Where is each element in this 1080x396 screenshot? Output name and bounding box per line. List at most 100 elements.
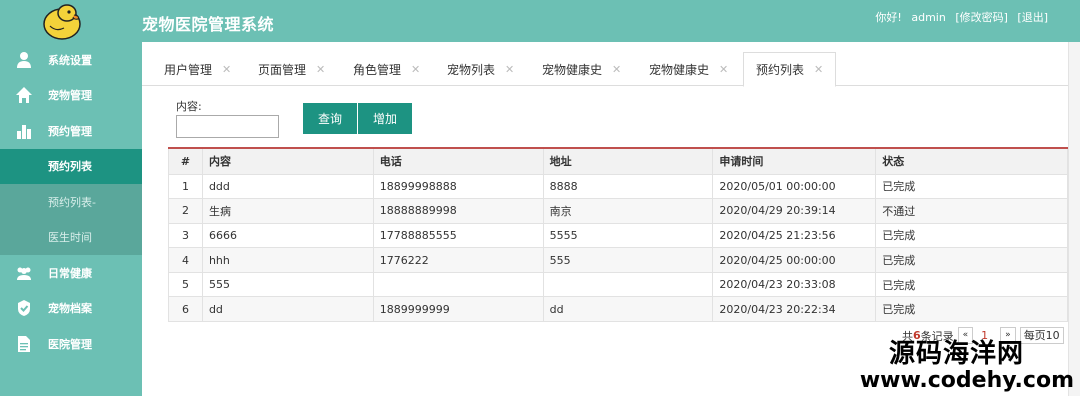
table-cell: 18888889998 <box>372 198 544 224</box>
tab-user-management[interactable]: 用户管理 ✕ <box>164 52 231 86</box>
sidebar-item-appointment-list-2[interactable]: 预约列表- <box>0 184 142 220</box>
table-cell <box>372 271 544 298</box>
sidebar-item-pet-management[interactable]: 宠物管理 <box>0 78 142 114</box>
table-cell: 2020/04/29 20:39:14 <box>712 198 877 224</box>
table-cell: 南京 <box>542 198 714 224</box>
group-icon <box>14 263 34 283</box>
query-button[interactable]: 查询 <box>303 103 357 134</box>
app-title: 宠物医院管理系统 <box>142 15 275 34</box>
close-icon[interactable]: ✕ <box>411 63 420 76</box>
sidebar-item-label: 系统设置 <box>48 53 92 67</box>
tab-role-management[interactable]: 角色管理 ✕ <box>353 52 420 86</box>
close-icon[interactable]: ✕ <box>316 63 325 76</box>
table-cell: 6666 <box>201 222 374 249</box>
sidebar-menu: 系统设置 宠物管理 预约管理 预约列表 预约列表- 医生时间 日常健康 宠物档案… <box>0 42 142 362</box>
close-icon[interactable]: ✕ <box>814 63 823 76</box>
change-password-link[interactable]: [修改密码] <box>955 11 1008 24</box>
close-icon[interactable]: ✕ <box>222 63 231 76</box>
sidebar-item-appointment-list[interactable]: 预约列表 <box>0 148 142 184</box>
column-header: 状态 <box>875 147 1068 175</box>
column-header: 申请时间 <box>712 147 877 175</box>
sidebar-item-label: 预约列表 <box>48 160 92 174</box>
tab-label: 宠物健康史 <box>649 62 710 77</box>
watermark-line-1: 源码海洋网 <box>888 339 1024 369</box>
table-cell: 已完成 <box>875 173 1068 200</box>
sidebar-item-appointment-management[interactable]: 预约管理 <box>0 113 142 149</box>
table-row[interactable]: 4 hhh 1776222 555 2020/04/25 00:00:00 已完… <box>168 247 1068 273</box>
table-cell: 6 <box>168 296 203 323</box>
table-cell: 5 <box>168 271 203 298</box>
sidebar-item-label: 医生时间 <box>48 231 92 245</box>
table-cell: ddd <box>201 173 374 200</box>
username-link[interactable]: admin <box>911 11 945 24</box>
table-cell: 已完成 <box>875 296 1068 323</box>
table-cell: 已完成 <box>875 247 1068 273</box>
user-icon <box>14 50 34 70</box>
table-row[interactable]: 2 生病 18888889998 南京 2020/04/29 20:39:14 … <box>168 198 1068 224</box>
home-icon <box>14 85 34 105</box>
duck-logo-icon <box>43 4 81 40</box>
table-cell: 555 <box>542 247 714 273</box>
appointment-table: # 内容 电话 地址 申请时间 状态 1 ddd 18899998888 888… <box>168 147 1068 323</box>
table-cell: 2020/04/25 21:23:56 <box>712 222 877 249</box>
table-row[interactable]: 1 ddd 18899998888 8888 2020/05/01 00:00:… <box>168 173 1068 200</box>
table-cell: 555 <box>201 271 374 298</box>
watermark-line-2: www.codehy.com <box>859 368 1074 393</box>
table-row[interactable]: 5 555 2020/04/23 20:33:08 已完成 <box>168 271 1068 298</box>
table-row[interactable]: 3 6666 17788885555 5555 2020/04/25 21:23… <box>168 222 1068 249</box>
tab-page-management[interactable]: 页面管理 ✕ <box>258 52 325 86</box>
sidebar-item-doctor-time[interactable]: 医生时间 <box>0 219 142 255</box>
table-cell: 1776222 <box>372 247 544 273</box>
table-cell: 8888 <box>542 173 714 200</box>
tab-pet-health-history[interactable]: 宠物健康史 ✕ <box>542 52 621 86</box>
table-cell: 5555 <box>542 222 714 249</box>
table-cell <box>542 271 714 298</box>
table-cell: dd <box>542 296 714 323</box>
add-button[interactable]: 增加 <box>358 103 412 134</box>
tab-pet-health-history-2[interactable]: 宠物健康史 ✕ <box>649 52 728 86</box>
search-label: 内容: <box>176 100 202 113</box>
column-header: 地址 <box>542 147 714 175</box>
table-cell: hhh <box>201 247 374 273</box>
tab-appointment-list[interactable]: 预约列表 ✕ <box>743 52 837 87</box>
tab-label: 页面管理 <box>258 62 307 77</box>
sidebar-item-system-settings[interactable]: 系统设置 <box>0 42 142 78</box>
table-cell: 2 <box>168 198 203 224</box>
close-icon[interactable]: ✕ <box>505 63 514 76</box>
logout-link[interactable]: [退出] <box>1017 11 1048 24</box>
bar-chart-icon <box>14 121 34 141</box>
column-header: 内容 <box>201 147 374 175</box>
search-input[interactable] <box>176 115 279 138</box>
table-cell: 1 <box>168 173 203 200</box>
sidebar-item-daily-health[interactable]: 日常健康 <box>0 255 142 291</box>
column-header: 电话 <box>372 147 544 175</box>
check-badge-icon <box>14 298 34 318</box>
sidebar-item-hospital-management[interactable]: 医院管理 <box>0 326 142 362</box>
sidebar-item-label: 宠物管理 <box>48 89 92 103</box>
sidebar-item-label: 预约管理 <box>48 124 92 138</box>
sidebar-item-pet-archive[interactable]: 宠物档案 <box>0 291 142 327</box>
top-bar: 宠物医院管理系统 你好! admin [修改密码] [退出] <box>142 0 1080 42</box>
tab-label: 用户管理 <box>164 62 213 77</box>
document-icon <box>14 334 34 354</box>
table-cell: 生病 <box>201 198 374 224</box>
tab-label: 预约列表 <box>756 63 805 77</box>
table-cell: 17788885555 <box>372 222 544 249</box>
column-header: # <box>168 147 203 175</box>
table-cell: 1889999999 <box>372 296 544 323</box>
table-header-row: # 内容 电话 地址 申请时间 状态 <box>168 147 1068 175</box>
table-cell: 18899998888 <box>372 173 544 200</box>
tab-bar: 用户管理 ✕ 页面管理 ✕ 角色管理 ✕ 宠物列表 ✕ 宠物健康史 ✕ 宠物健康史 ✕ 预约… <box>142 42 1068 87</box>
close-icon[interactable]: ✕ <box>612 63 621 76</box>
table-cell: 3 <box>168 222 203 249</box>
table-cell: 4 <box>168 247 203 273</box>
table-row[interactable]: 6 dd 1889999999 dd 2020/04/23 20:22:34 已… <box>168 296 1068 323</box>
table-cell: 已完成 <box>875 271 1068 298</box>
table-cell: dd <box>201 296 374 323</box>
greeting-text: 你好! <box>875 11 902 24</box>
table-cell: 已完成 <box>875 222 1068 249</box>
close-icon[interactable]: ✕ <box>719 63 728 76</box>
sidebar-item-label: 日常健康 <box>48 266 92 280</box>
tab-label: 宠物列表 <box>447 62 496 77</box>
tab-pet-list[interactable]: 宠物列表 ✕ <box>447 52 514 86</box>
